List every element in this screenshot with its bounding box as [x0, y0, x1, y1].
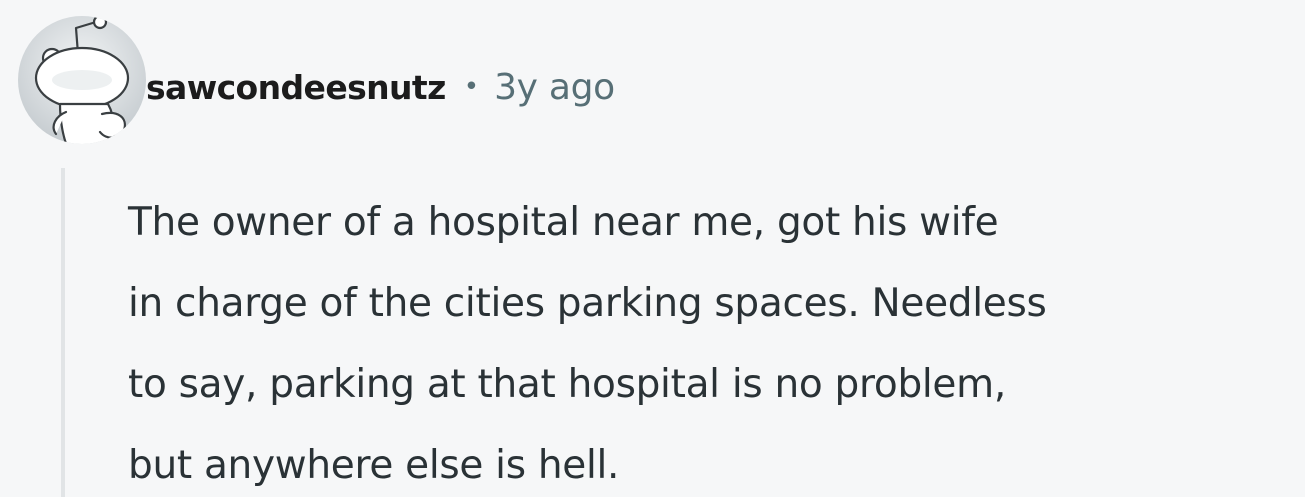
comment: sawcondeesnutz • 3y ago The owner of a h…	[0, 0, 1305, 497]
user-avatar[interactable]	[16, 14, 148, 146]
comment-body-line: to say, parking at that hospital is no p…	[128, 362, 1006, 407]
comment-body-line: but anywhere else is hell.	[128, 443, 620, 488]
comment-body-line: The owner of a hospital near me, got his…	[128, 200, 999, 245]
timestamp[interactable]: 3y ago	[494, 67, 615, 108]
meta-separator: •	[463, 72, 480, 102]
username-link[interactable]: sawcondeesnutz	[146, 68, 446, 107]
comment-body-line: in charge of the cities parking spaces. …	[128, 281, 1047, 326]
reddit-snoo-avatar-icon	[18, 16, 146, 144]
comment-meta: sawcondeesnutz • 3y ago	[146, 62, 615, 112]
thread-collapse-line[interactable]	[61, 168, 65, 497]
comment-body: The owner of a hospital near me, got his…	[128, 182, 1298, 497]
